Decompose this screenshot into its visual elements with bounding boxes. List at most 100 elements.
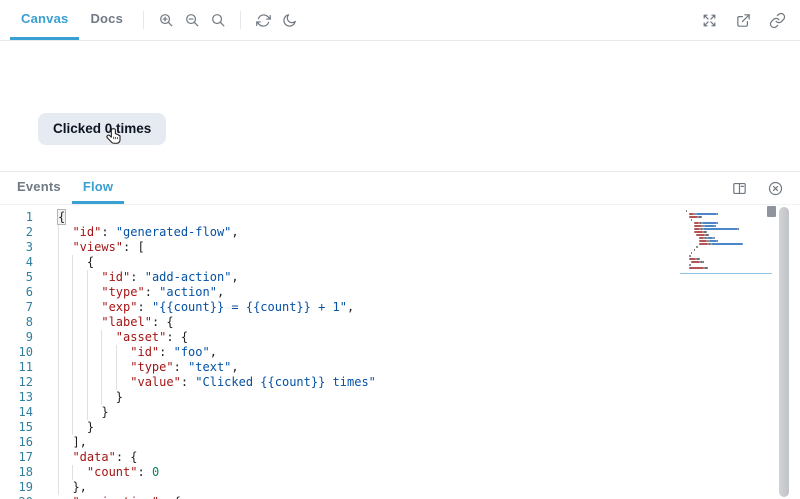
- split-view-icon: [732, 182, 746, 194]
- code-text: "data": {: [72, 450, 138, 464]
- indent-guide: [72, 255, 74, 435]
- line-number: 14: [18, 405, 33, 419]
- refresh-button[interactable]: [250, 0, 276, 40]
- minimap-viewport-line: [680, 273, 772, 274]
- code-line: 2 "id": "generated-flow",: [0, 225, 685, 240]
- canvas-preview-area: Clicked 0 times: [0, 41, 800, 171]
- tab-flow[interactable]: Flow: [71, 172, 125, 204]
- code-text: "id": "generated-flow",: [72, 225, 239, 239]
- indent-guide: [101, 330, 103, 405]
- open-external-button[interactable]: [730, 0, 756, 40]
- code-line: 8 "label": {: [0, 315, 685, 330]
- hand-pointer-cursor-icon: [106, 128, 121, 144]
- link-icon: [769, 12, 785, 28]
- code-text: }: [58, 390, 124, 404]
- line-number: 16: [18, 435, 33, 449]
- indent-guide: [58, 225, 59, 495]
- code-line: 15 }: [0, 420, 685, 435]
- panel-scrollbar[interactable]: [779, 207, 789, 497]
- code-text: }: [58, 405, 109, 419]
- line-number: 2: [25, 225, 33, 239]
- line-number: 18: [18, 465, 33, 479]
- tab-docs[interactable]: Docs: [79, 0, 134, 40]
- top-toolbar: Canvas Docs: [0, 0, 800, 41]
- line-number: 17: [18, 450, 33, 464]
- line-number: 13: [18, 390, 33, 404]
- code-text: {: [56, 209, 67, 225]
- line-number: 11: [18, 360, 33, 374]
- code-text: {: [58, 255, 95, 269]
- zoom-in-icon: [159, 13, 172, 26]
- editor-minimap[interactable]: [686, 205, 768, 499]
- code-line: 13 }: [0, 390, 685, 405]
- toolbar-separator: [240, 11, 242, 29]
- zoom-in-button[interactable]: [153, 0, 179, 40]
- code-line: 14 }: [0, 405, 685, 420]
- code-line: 1{: [0, 209, 685, 225]
- line-number: 10: [18, 345, 33, 359]
- share-link-button[interactable]: [764, 0, 790, 40]
- code-line: 17 "data": {: [0, 450, 685, 465]
- topbar-right-tools: [696, 0, 800, 40]
- code-line: 11 "type": "text",: [0, 360, 685, 375]
- fullscreen-icon: [703, 14, 715, 26]
- code-line: 19 },: [0, 480, 685, 495]
- code-line: 4 {: [0, 255, 685, 270]
- line-number: 6: [25, 285, 33, 299]
- line-number: 8: [25, 315, 33, 329]
- dark-mode-button[interactable]: [276, 0, 302, 40]
- code-text: "type": "text",: [130, 360, 239, 374]
- close-panel-button[interactable]: [762, 172, 788, 204]
- refresh-icon: [255, 13, 271, 27]
- toolbar-separator: [143, 11, 145, 29]
- split-view-button[interactable]: [726, 172, 752, 204]
- line-number: 15: [18, 420, 33, 434]
- code-line: 7 "exp": "{{count}} = {{count}} + 1",: [0, 300, 685, 315]
- line-number: 3: [25, 240, 33, 254]
- panel-right-tools: [726, 172, 800, 204]
- code-text: "views": [: [72, 240, 145, 254]
- close-circle-icon: [768, 181, 782, 195]
- code-editor[interactable]: 1{2 "id": "generated-flow", 3 "views": [4…: [0, 205, 800, 499]
- code-line: 20 "navigation": {: [0, 495, 685, 499]
- tab-canvas[interactable]: Canvas: [10, 0, 80, 40]
- code-line: 3 "views": [: [0, 240, 685, 255]
- zoom-reset-icon: [211, 13, 224, 26]
- zoom-out-icon: [185, 13, 198, 26]
- dev-panel: Events Flow 1{2 "id": "generated-flow", 3…: [0, 171, 800, 499]
- panel-tab-bar: Events Flow: [0, 172, 800, 205]
- zoom-reset-button[interactable]: [205, 0, 231, 40]
- code-area[interactable]: 1{2 "id": "generated-flow", 3 "views": [4…: [0, 205, 685, 499]
- code-line: 10 "id": "foo",: [0, 345, 685, 360]
- line-number: 4: [25, 255, 33, 269]
- code-text: "type": "action",: [101, 285, 225, 299]
- line-number: 9: [25, 330, 33, 344]
- code-text: "value": "Clicked {{count}} times": [130, 375, 376, 389]
- indent-guide: [72, 465, 74, 480]
- line-number: 7: [25, 300, 33, 314]
- code-line: 12 "value": "Clicked {{count}} times": [0, 375, 685, 390]
- indent-guide: [115, 345, 117, 390]
- editor-scrollbar-thumb[interactable]: [767, 206, 776, 217]
- line-number: 1: [25, 210, 33, 224]
- code-line: 6 "type": "action",: [0, 285, 685, 300]
- code-text: "id": "foo",: [130, 345, 217, 359]
- line-number: 19: [18, 480, 33, 494]
- clicked-counter-button[interactable]: Clicked 0 times: [38, 113, 167, 145]
- tab-events[interactable]: Events: [6, 172, 72, 204]
- code-text: "label": {: [101, 315, 174, 329]
- indent-guide: [86, 270, 88, 420]
- code-text: }: [58, 420, 95, 434]
- code-text: "asset": {: [115, 330, 189, 344]
- code-text: "navigation": {: [58, 495, 180, 499]
- zoom-out-button[interactable]: [179, 0, 205, 40]
- code-text: },: [58, 480, 87, 494]
- line-number: 5: [25, 270, 33, 284]
- line-number: 12: [18, 375, 33, 389]
- code-line: 18 "count": 0: [0, 465, 685, 480]
- open-external-icon: [736, 13, 750, 27]
- line-number: 20: [0, 495, 46, 499]
- code-text: ],: [58, 435, 87, 449]
- code-line: 9 "asset": {: [0, 330, 685, 345]
- fullscreen-button[interactable]: [696, 0, 722, 40]
